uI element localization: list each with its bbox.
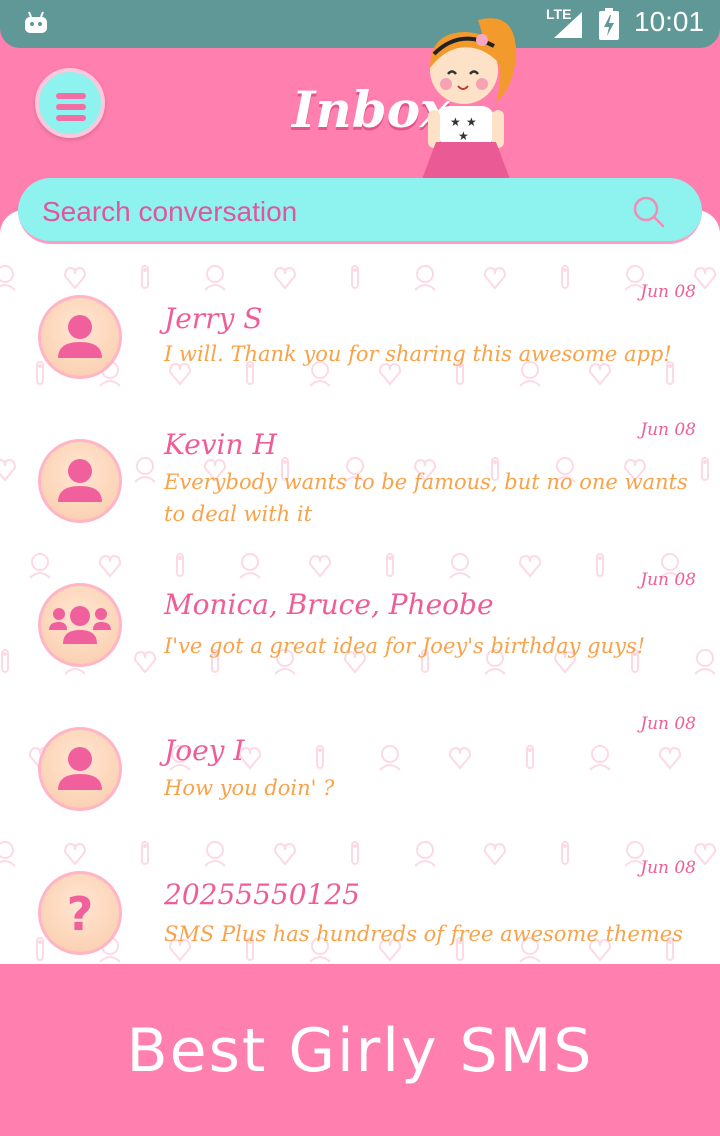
- person-icon: [58, 459, 102, 502]
- message-preview: Everybody wants to be famous, but no one…: [164, 470, 688, 526]
- search-bar[interactable]: Search conversation: [18, 178, 702, 244]
- group-icon: [49, 606, 111, 644]
- svg-text:★: ★: [466, 115, 477, 129]
- message-preview: SMS Plus has hundreds of free awesome th…: [164, 922, 683, 946]
- menu-button[interactable]: [35, 68, 105, 138]
- message-date: Jun 08: [640, 420, 696, 440]
- conversation-item[interactable]: Joey I How you doin' ? Jun 08: [0, 712, 720, 852]
- contact-name: Joey I: [164, 734, 245, 767]
- message-date: Jun 08: [640, 714, 696, 734]
- conversation-item[interactable]: Jerry S I will. Thank you for sharing th…: [0, 280, 720, 420]
- svg-text:★: ★: [450, 115, 461, 129]
- contact-name: Kevin H: [164, 428, 277, 461]
- app-header: Inbox: [0, 48, 720, 198]
- android-icon: [25, 11, 47, 33]
- person-icon: [58, 747, 102, 790]
- contact-name: Monica, Bruce, Pheobe: [164, 588, 494, 621]
- conversation-item[interactable]: ? 20255550125 SMS Plus has hundreds of f…: [0, 856, 720, 964]
- avatar: ?: [38, 871, 122, 955]
- hamburger-icon-bar: [56, 115, 86, 121]
- search-icon[interactable]: [632, 195, 666, 229]
- avatar: [38, 727, 122, 811]
- status-time: 10:01: [634, 6, 705, 37]
- search-input[interactable]: Search conversation: [42, 196, 297, 228]
- avatar: [38, 295, 122, 379]
- message-date: Jun 08: [640, 570, 696, 590]
- contact-name: Jerry S: [164, 302, 263, 335]
- conversation-list: Jerry S I will. Thank you for sharing th…: [0, 210, 720, 964]
- avatar: [38, 439, 122, 523]
- message-preview: How you doin' ?: [164, 776, 335, 800]
- battery-icon: [599, 8, 619, 40]
- signal-icon: [554, 12, 582, 38]
- message-date: Jun 08: [640, 858, 696, 878]
- conversation-item[interactable]: Monica, Bruce, Pheobe I've got a great i…: [0, 568, 720, 708]
- message-preview: I've got a great idea for Joey's birthda…: [164, 634, 646, 658]
- avatar: [38, 583, 122, 667]
- footer-banner: Best Girly SMS: [0, 964, 720, 1136]
- svg-text:★: ★: [458, 129, 469, 143]
- hamburger-icon: [56, 93, 86, 99]
- contact-name: 20255550125: [164, 878, 360, 911]
- conversation-item[interactable]: Kevin H Everybody wants to be famous, bu…: [0, 420, 720, 564]
- hamburger-icon-bar: [56, 104, 86, 110]
- message-date: Jun 08: [640, 282, 696, 302]
- svg-text:?: ?: [67, 887, 94, 941]
- footer-title: Best Girly SMS: [126, 1016, 594, 1086]
- status-bar: LTE 10:01: [0, 0, 720, 48]
- message-preview: I will. Thank you for sharing this aweso…: [164, 342, 672, 366]
- person-icon: [58, 315, 102, 358]
- unknown-contact-icon: ?: [67, 887, 94, 941]
